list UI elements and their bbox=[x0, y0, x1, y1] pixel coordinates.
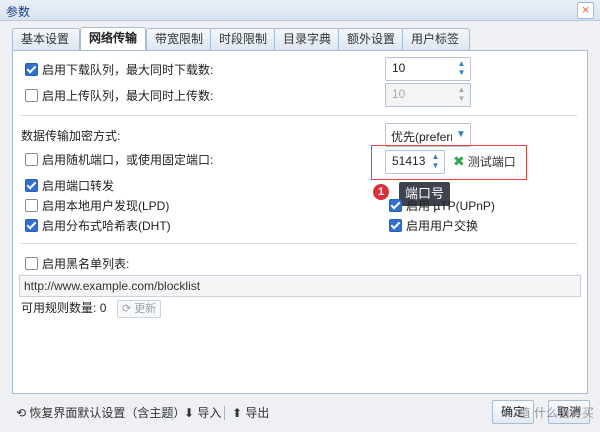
random-port-checkbox[interactable] bbox=[25, 153, 38, 166]
lpd-option[interactable]: 启用本地用户发现(LPD) bbox=[25, 197, 169, 215]
port-value: 51413 bbox=[392, 154, 426, 168]
import-button[interactable]: ⬇ 导入 bbox=[184, 404, 221, 422]
upload-queue-value: 10 bbox=[392, 87, 406, 101]
divider bbox=[21, 115, 577, 116]
utp-label: 启用 µTP(UPnP) bbox=[406, 199, 495, 213]
port-forwarding-checkbox[interactable] bbox=[25, 179, 38, 192]
blocklist-label: 启用黑名单列表: bbox=[42, 257, 130, 271]
blocklist-checkbox[interactable] bbox=[25, 257, 38, 270]
chevron-down-icon[interactable]: ▼ bbox=[455, 68, 468, 77]
pex-label: 启用用户交换 bbox=[406, 219, 479, 233]
random-port-label: 启用随机端口，或使用固定端口: bbox=[42, 153, 214, 167]
download-icon: ⬇ bbox=[184, 406, 195, 420]
port-forwarding-option[interactable]: 启用端口转发 bbox=[25, 177, 114, 195]
chevron-down-icon[interactable]: ▼ bbox=[455, 94, 468, 103]
divider bbox=[224, 406, 225, 420]
rules-count-value: 0 bbox=[99, 301, 107, 315]
test-port-button[interactable]: ✖ 测试端口 bbox=[453, 152, 516, 170]
pex-checkbox[interactable] bbox=[389, 219, 402, 232]
test-port-icon: ✖ bbox=[453, 153, 465, 169]
rules-count-row: 可用规则数量: 0 bbox=[21, 299, 106, 317]
download-queue-stepper[interactable]: 10 ▲ ▼ bbox=[385, 57, 471, 81]
lpd-label: 启用本地用户发现(LPD) bbox=[42, 199, 170, 213]
update-label: 更新 bbox=[134, 303, 157, 315]
restore-icon: ⟲ bbox=[16, 406, 27, 420]
tab-basic[interactable]: 基本设置 bbox=[12, 28, 80, 50]
settings-panel: 启用下载队列，最大同时下载数: 10 ▲ ▼ 启用上传队列，最大同时上传数: 10… bbox=[12, 50, 588, 394]
annotation-badge: 1 bbox=[373, 184, 389, 200]
download-queue-option[interactable]: 启用下载队列，最大同时下载数: bbox=[25, 61, 213, 79]
port-stepper[interactable]: 51413 ▲ ▼ bbox=[385, 150, 445, 174]
upload-queue-label: 启用上传队列，最大同时上传数: bbox=[42, 89, 214, 103]
pex-option[interactable]: 启用用户交换 bbox=[389, 217, 478, 235]
encryption-selected: 优先(preferre bbox=[391, 130, 462, 144]
encryption-label: 数据传输加密方式: bbox=[21, 129, 121, 143]
dht-checkbox[interactable] bbox=[25, 219, 38, 232]
update-blocklist-button[interactable]: ⟳ 更新 bbox=[117, 300, 162, 318]
refresh-icon: ⟳ bbox=[122, 303, 132, 315]
blocklist-url-field[interactable]: http://www.example.com/blocklist bbox=[19, 275, 581, 297]
upload-queue-stepper[interactable]: 10 ▲ ▼ bbox=[385, 83, 471, 107]
tab-user-labels[interactable]: 用户标签 bbox=[402, 28, 470, 50]
tab-dictionary[interactable]: 目录字典 bbox=[274, 28, 342, 50]
restore-defaults-label: 恢复界面默认设置（含主题） bbox=[29, 406, 186, 420]
tab-schedule[interactable]: 时段限制 bbox=[210, 28, 278, 50]
restore-defaults-button[interactable]: ⟲ 恢复界面默认设置（含主题） bbox=[16, 404, 185, 422]
test-port-label: 测试端口 bbox=[467, 155, 516, 169]
lpd-checkbox[interactable] bbox=[25, 199, 38, 212]
port-forwarding-label: 启用端口转发 bbox=[42, 179, 115, 193]
chevron-up-icon[interactable]: ▲ bbox=[455, 59, 468, 68]
chevron-up-icon[interactable]: ▲ bbox=[455, 85, 468, 94]
chevron-down-icon[interactable]: ▼ bbox=[452, 124, 470, 146]
utp-option[interactable]: 启用 µTP(UPnP) bbox=[389, 197, 495, 215]
upload-queue-checkbox[interactable] bbox=[25, 89, 38, 102]
export-label: 导出 bbox=[245, 406, 270, 420]
divider bbox=[21, 243, 577, 244]
window-titlebar: 参数 × bbox=[0, 0, 600, 21]
divider bbox=[172, 406, 173, 420]
tab-bandwidth[interactable]: 带宽限制 bbox=[146, 28, 214, 50]
chevron-down-icon[interactable]: ▼ bbox=[429, 161, 442, 170]
dialog-footer: ⟲ 恢复界面默认设置（含主题） ⬇ 导入 ⬆ 导出 确定 取消 bbox=[0, 398, 600, 432]
upload-queue-option[interactable]: 启用上传队列，最大同时上传数: bbox=[25, 87, 213, 105]
tab-network[interactable]: 网络传输 bbox=[80, 27, 146, 51]
download-queue-checkbox[interactable] bbox=[25, 63, 38, 76]
upload-icon: ⬆ bbox=[232, 406, 243, 420]
watermark: 值 什么值得买 bbox=[518, 406, 594, 420]
blocklist-option[interactable]: 启用黑名单列表: bbox=[25, 255, 129, 273]
rules-count-label: 可用规则数量: bbox=[21, 301, 97, 315]
download-queue-label: 启用下载队列，最大同时下载数: bbox=[42, 63, 214, 77]
close-icon[interactable]: × bbox=[577, 2, 594, 19]
tab-extra[interactable]: 额外设置 bbox=[338, 28, 406, 50]
download-queue-value: 10 bbox=[392, 61, 406, 75]
dht-option[interactable]: 启用分布式哈希表(DHT) bbox=[25, 217, 171, 235]
dht-label: 启用分布式哈希表(DHT) bbox=[42, 219, 171, 233]
utp-checkbox[interactable] bbox=[389, 199, 402, 212]
export-button[interactable]: ⬆ 导出 bbox=[232, 404, 269, 422]
random-port-option[interactable]: 启用随机端口，或使用固定端口: bbox=[25, 151, 213, 169]
window-title: 参数 bbox=[6, 5, 31, 19]
import-label: 导入 bbox=[197, 406, 222, 420]
chevron-up-icon[interactable]: ▲ bbox=[429, 152, 442, 161]
encryption-select[interactable]: 优先(preferre ▼ bbox=[385, 123, 471, 147]
